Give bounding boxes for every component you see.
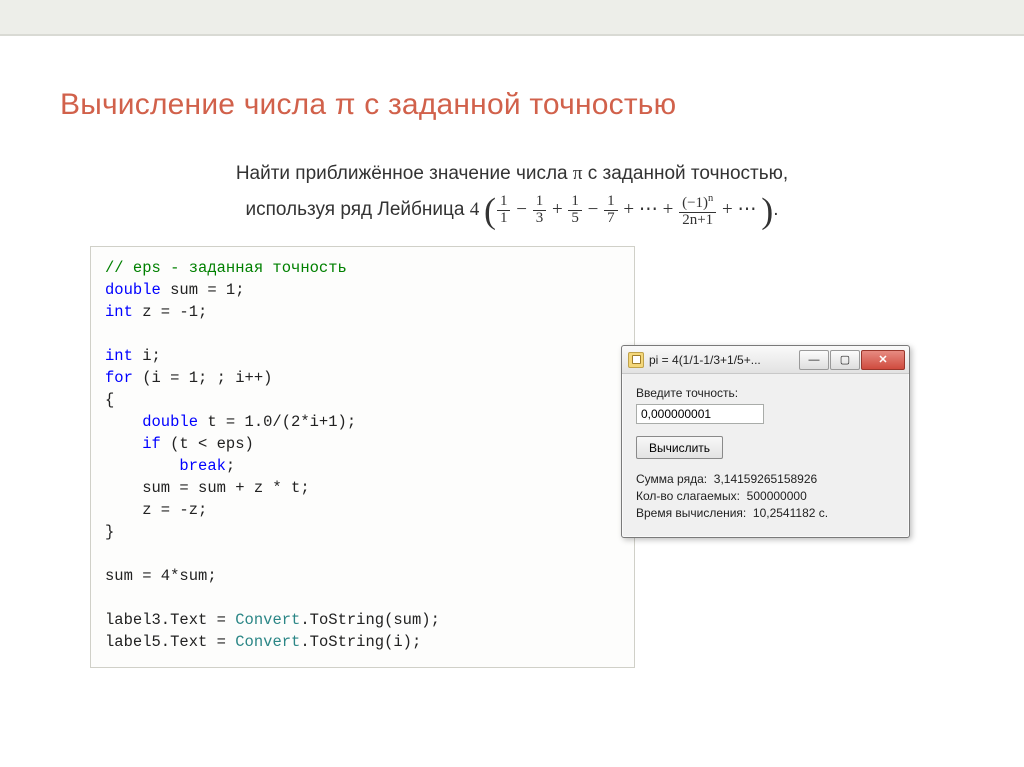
task-text: используя ряд Лейбница [245, 199, 469, 220]
kw: double [105, 281, 161, 299]
fraction: 15 [568, 194, 582, 227]
ellipsis: ⋯ [738, 199, 757, 220]
minimize-button[interactable]: — [799, 350, 829, 370]
pi-symbol: π [573, 163, 583, 184]
code: label5.Text = [105, 633, 235, 651]
fraction: (−1)n2n+1 [679, 193, 716, 229]
code: sum = 4*sum; [105, 567, 217, 585]
calculate-button[interactable]: Вычислить [636, 436, 723, 459]
type: Convert [235, 611, 300, 629]
code: sum = sum + z * t; [105, 479, 310, 497]
window-body: Введите точность: Вычислить Сумма ряда: … [622, 374, 909, 537]
window-title: pi = 4(1/1-1/3+1/5+... [649, 353, 798, 367]
fraction: 11 [497, 194, 511, 227]
count-label: Кол-во слагаемых: [636, 489, 740, 503]
kw: int [105, 347, 133, 365]
leibniz-formula: 4 (11 − 13 + 15 − 17 + ⋯ + (−1)n2n+1 + ⋯… [470, 199, 774, 220]
code: label3.Text = [105, 611, 235, 629]
precision-label: Введите точность: [636, 386, 895, 400]
time-value: 10,2541182 с. [753, 506, 828, 520]
kw: for [105, 369, 133, 387]
paren-close: ) [761, 191, 773, 231]
count-value: 500000000 [747, 489, 807, 503]
maximize-button[interactable]: ▢ [830, 350, 860, 370]
kw: break [105, 457, 226, 475]
type: Convert [235, 633, 300, 651]
fraction: 13 [533, 194, 547, 227]
time-label: Время вычисления: [636, 506, 746, 520]
sum-row: Сумма ряда: 3,14159265158926 [636, 472, 895, 486]
tail: . [773, 199, 778, 220]
time-row: Время вычисления: 10,2541182 с. [636, 506, 895, 520]
task-text: Найти приближённое значение числа [236, 163, 573, 184]
code: z = -z; [105, 501, 207, 519]
precision-input[interactable] [636, 404, 764, 424]
slide-top-bar [0, 0, 1024, 36]
code-listing: // eps - заданная точность double sum = … [90, 246, 635, 668]
kw: int [105, 303, 133, 321]
code: .ToString(i); [300, 633, 421, 651]
count-row: Кол-во слагаемых: 500000000 [636, 489, 895, 503]
sum-value: 3,14159265158926 [714, 472, 817, 486]
kw: if [105, 435, 161, 453]
code: i; [133, 347, 161, 365]
coef: 4 [470, 199, 480, 220]
window-titlebar[interactable]: pi = 4(1/1-1/3+1/5+... — ▢ ✕ [622, 346, 909, 374]
code: sum = 1; [161, 281, 245, 299]
code: (i = 1; ; i++) [133, 369, 273, 387]
app-icon [628, 352, 644, 368]
code: z = -1; [133, 303, 207, 321]
code: ; [226, 457, 235, 475]
brace: { [105, 391, 114, 409]
brace: } [105, 523, 114, 541]
code: .ToString(sum); [300, 611, 440, 629]
sum-label: Сумма ряда: [636, 472, 707, 486]
fraction: 17 [604, 194, 618, 227]
close-button[interactable]: ✕ [861, 350, 905, 370]
code: (t < eps) [161, 435, 254, 453]
code-comment: // eps - заданная точность [105, 259, 347, 277]
result-window: pi = 4(1/1-1/3+1/5+... — ▢ ✕ Введите точ… [621, 345, 910, 538]
task-text: с заданной точностью, [583, 163, 789, 184]
slide-title: Вычисление числа π с заданной точностью [60, 88, 964, 122]
ellipsis: ⋯ [639, 199, 658, 220]
code: t = 1.0/(2*i+1); [198, 413, 356, 431]
kw: double [105, 413, 198, 431]
task-statement: Найти приближённое значение числа π с за… [60, 156, 964, 228]
paren-open: ( [484, 191, 496, 231]
